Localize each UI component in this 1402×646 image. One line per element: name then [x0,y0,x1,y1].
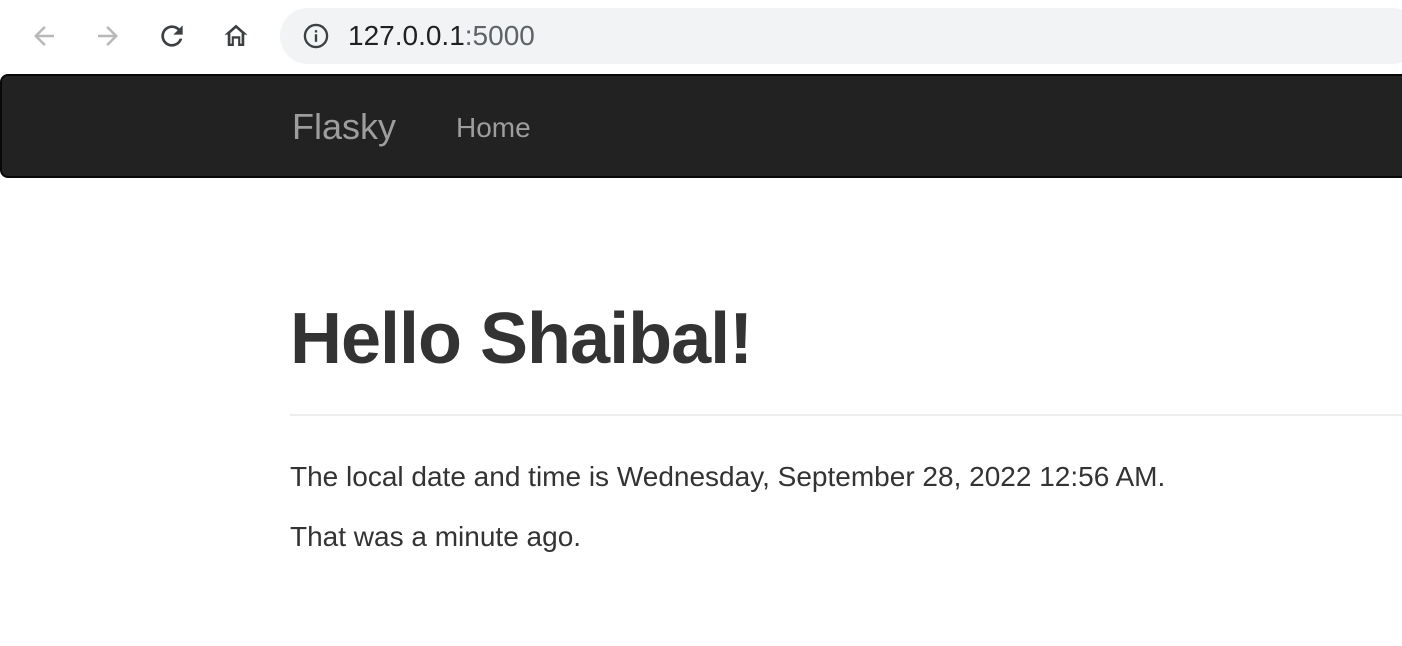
reload-button[interactable] [150,14,194,58]
arrow-left-icon [34,26,54,46]
home-icon [224,24,248,46]
back-button[interactable] [22,14,66,58]
browser-toolbar: 127.0.0.1:5000 [0,0,1402,74]
url-text[interactable]: 127.0.0.1:5000 [348,22,535,50]
address-bar[interactable]: 127.0.0.1:5000 [280,8,1402,64]
navbar-brand-link[interactable]: Flasky [292,106,396,148]
relative-time-text: That was a minute ago. [290,521,582,552]
arrow-right-icon [98,26,118,46]
home-button[interactable] [214,14,258,58]
nav-link-home[interactable]: Home [456,111,531,145]
forward-button[interactable] [86,14,130,58]
navbar: Flasky Home [0,74,1402,178]
info-icon[interactable] [302,22,330,50]
url-port: :5000 [464,20,535,51]
url-host: 127.0.0.1 [348,20,465,51]
reload-icon [161,25,183,47]
page-title: Hello Shaibal! [290,299,753,379]
page-header: Hello Shaibal! [290,296,1402,416]
local-time-text: The local date and time is Wednesday, Se… [290,461,1166,492]
